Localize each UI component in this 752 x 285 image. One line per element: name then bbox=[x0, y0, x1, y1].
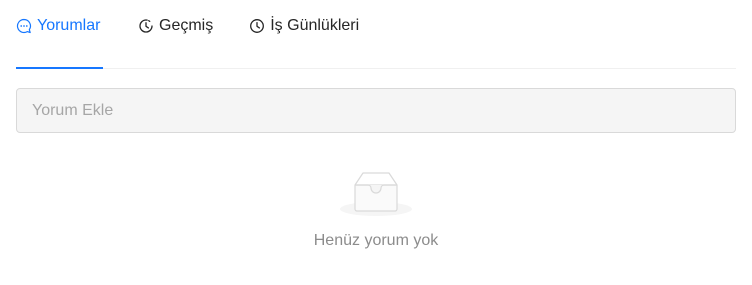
tab-history-label: Geçmiş bbox=[159, 17, 214, 34]
tab-worklogs[interactable]: İş Günlükleri bbox=[249, 0, 359, 68]
tab-history[interactable]: Geçmiş bbox=[138, 0, 213, 68]
clock-icon bbox=[249, 18, 265, 34]
activity-tabs: Yorumlar Geçmiş İş Günlükleri bbox=[16, 0, 736, 69]
tab-comments[interactable]: Yorumlar bbox=[16, 0, 103, 69]
tab-comments-label: Yorumlar bbox=[37, 17, 101, 34]
history-icon bbox=[138, 18, 154, 34]
issue-activity-panel: Yorumlar Geçmiş İş Günlükleri Yorum Ekle… bbox=[16, 0, 736, 249]
empty-state: Henüz yorum yok bbox=[16, 168, 736, 250]
empty-state-text: Henüz yorum yok bbox=[313, 232, 439, 249]
tab-worklogs-label: İş Günlükleri bbox=[270, 17, 360, 34]
empty-inbox-icon bbox=[339, 168, 413, 218]
add-comment-input[interactable] bbox=[16, 88, 736, 133]
comment-icon bbox=[16, 18, 32, 34]
